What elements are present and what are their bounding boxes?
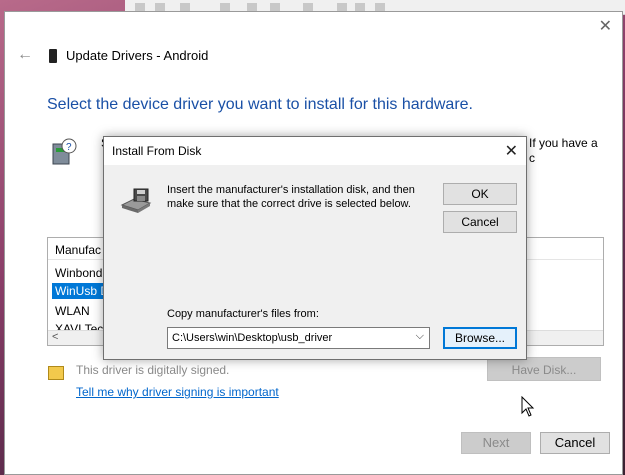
close-icon[interactable]: ✕ <box>599 16 612 36</box>
svg-text:?: ? <box>66 142 72 153</box>
driver-signing-link[interactable]: Tell me why driver signing is important <box>76 385 279 399</box>
copy-from-label: Copy manufacturer's files from: <box>167 308 319 320</box>
instructions-fragment: If you have a <box>529 136 598 150</box>
dialog-titlebar: Install From Disk ✕ <box>104 137 526 165</box>
ok-button[interactable]: OK <box>443 183 517 205</box>
signed-status: This driver is digitally signed. <box>76 363 230 377</box>
close-icon[interactable]: ✕ <box>505 141 518 161</box>
list-item[interactable]: WLAN <box>55 304 90 318</box>
dialog-title: Install From Disk <box>112 144 202 158</box>
instructions-fragment: c <box>529 151 535 165</box>
cancel-button[interactable]: Cancel <box>443 211 517 233</box>
certificate-icon <box>48 366 64 380</box>
wizard-title: Update Drivers - Android <box>66 48 209 63</box>
phone-icon <box>49 49 57 63</box>
hardware-icon: ? <box>52 138 77 165</box>
path-combobox[interactable]: C:\Users\win\Desktop\usb_driver ⌵ <box>167 327 430 349</box>
path-value[interactable]: C:\Users\win\Desktop\usb_driver <box>172 332 332 344</box>
chevron-down-icon[interactable]: ⌵ <box>416 330 424 343</box>
have-disk-button[interactable]: Have Disk... <box>487 357 601 381</box>
list-item[interactable]: Winbond <box>55 266 102 280</box>
scroll-left-icon[interactable]: < <box>52 331 58 343</box>
dialog-instructions: Insert the manufacturer's installation d… <box>167 184 415 210</box>
next-button[interactable]: Next <box>461 432 531 454</box>
mouse-cursor-icon <box>521 396 535 417</box>
browse-button[interactable]: Browse... <box>443 327 517 349</box>
wizard-heading: Select the device driver you want to ins… <box>47 96 473 113</box>
floppy-drive-icon <box>120 188 152 213</box>
cancel-button[interactable]: Cancel <box>540 432 610 454</box>
back-arrow-icon[interactable]: ← <box>17 46 33 64</box>
install-from-disk-dialog: Install From Disk ✕ Insert the manufactu… <box>103 136 527 360</box>
